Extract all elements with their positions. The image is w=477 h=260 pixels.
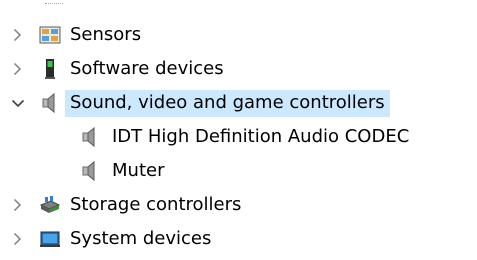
tree-node-software-devices[interactable]: Software devices	[0, 52, 477, 86]
tree-node-label: Sensors	[70, 23, 142, 45]
chevron-right-icon[interactable]	[10, 232, 25, 247]
software-device-icon	[38, 57, 62, 81]
tree-node-muter[interactable]: Muter	[0, 154, 477, 188]
sensors-icon	[38, 23, 62, 47]
tree-node-label: Muter	[112, 159, 165, 181]
speaker-icon	[38, 91, 62, 115]
tree-node-system-devices[interactable]: System devices	[0, 222, 477, 256]
chevron-down-icon[interactable]	[10, 96, 25, 111]
speaker-icon	[78, 125, 102, 149]
chevron-right-icon[interactable]	[10, 198, 25, 213]
tree-node-label: System devices	[70, 227, 212, 249]
chevron-right-icon[interactable]	[10, 62, 25, 77]
chevron-right-icon[interactable]	[10, 28, 25, 43]
tree-node-storage-controllers[interactable]: Storage controllers	[0, 188, 477, 222]
tree-node-sensors[interactable]: Sensors	[0, 18, 477, 52]
tree-node-idt-audio-codec[interactable]: IDT High Definition Audio CODEC	[0, 120, 477, 154]
tree-node-label: Software devices	[70, 57, 224, 79]
storage-controller-icon	[38, 193, 62, 217]
partial-row-above	[45, 3, 63, 4]
tree-node-label: IDT High Definition Audio CODEC	[112, 125, 410, 147]
tree-node-sound-video-game-controllers[interactable]: Sound, video and game controllers	[0, 86, 477, 120]
tree-node-label: Storage controllers	[70, 193, 242, 215]
speaker-icon	[78, 159, 102, 183]
system-devices-icon	[38, 227, 62, 251]
device-tree: Sensors Software devices Sound, video an…	[0, 18, 477, 256]
tree-node-label: Sound, video and game controllers	[65, 89, 390, 117]
